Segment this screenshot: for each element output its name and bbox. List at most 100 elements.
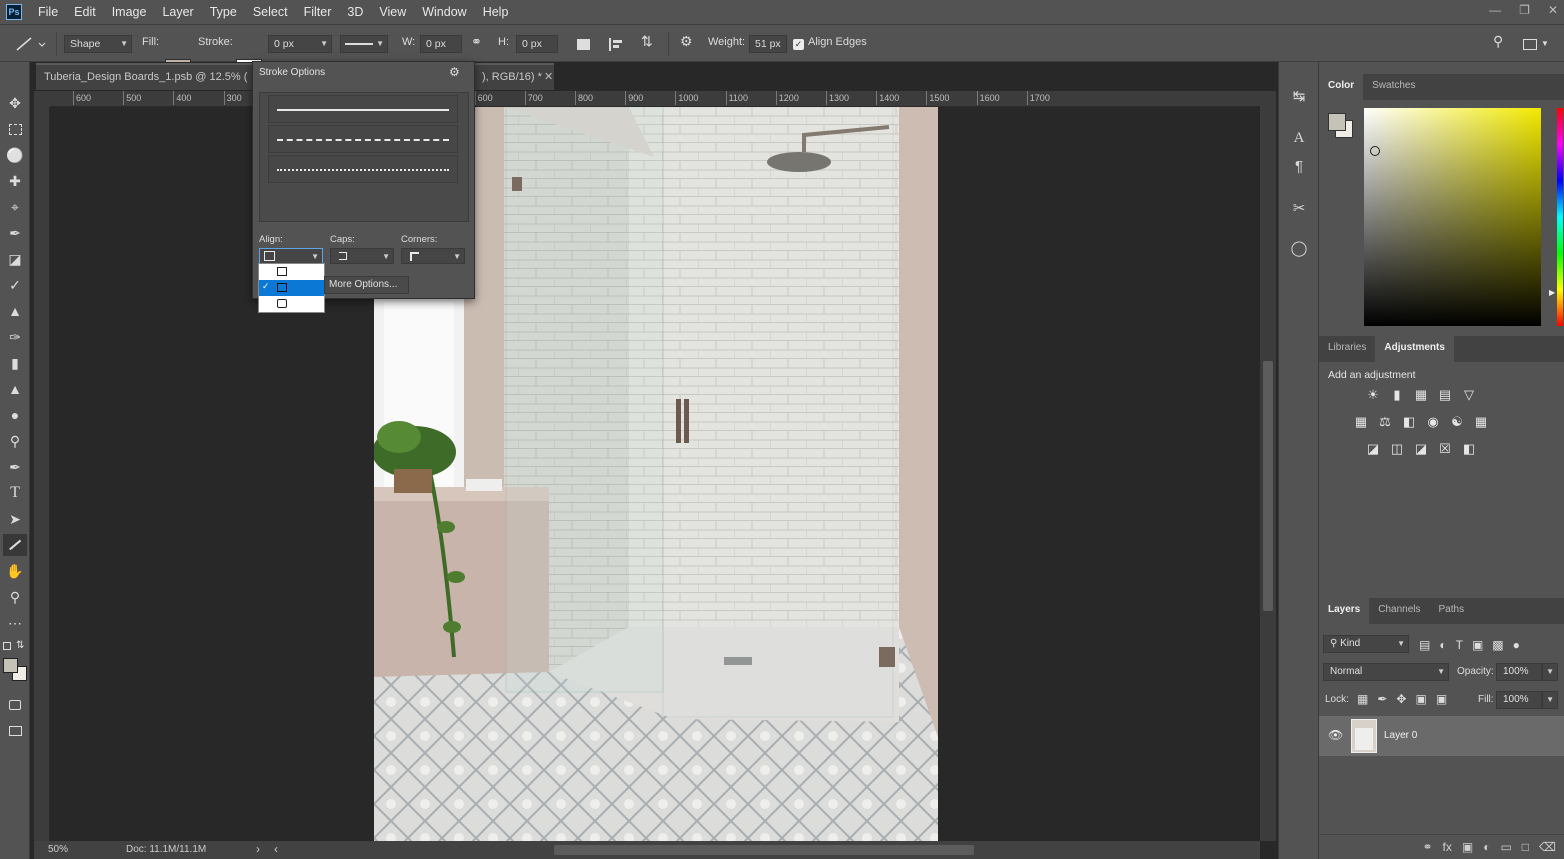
posterize-icon[interactable]: ◫ [1388, 440, 1406, 458]
gear-icon[interactable]: ⚙ [449, 65, 460, 79]
menu-image[interactable]: Image [104, 5, 155, 19]
link-layers-icon[interactable]: ⚭ [1422, 840, 1432, 854]
adjustment-filter-icon[interactable]: ◐ [1439, 638, 1446, 652]
new-group-icon[interactable]: ▭ [1500, 840, 1511, 854]
menu-view[interactable]: View [371, 5, 414, 19]
pixel-filter-icon[interactable]: ▤ [1419, 638, 1430, 652]
more-options-button[interactable]: More Options... [324, 276, 409, 294]
history-icon[interactable]: ↹ [1287, 84, 1311, 108]
smart-object-filter-icon[interactable]: ▩ [1492, 638, 1503, 652]
type-filter-icon[interactable]: T [1456, 638, 1463, 652]
minimize-icon[interactable]: — [1489, 3, 1501, 17]
caps-dropdown[interactable]: ▼ [330, 248, 394, 264]
channel-mixer-icon[interactable]: ☯ [1448, 413, 1466, 431]
tab-paths[interactable]: Paths [1430, 598, 1474, 624]
opacity-input[interactable]: 100% [1496, 663, 1542, 681]
fx-icon[interactable]: fx [1443, 840, 1452, 854]
quick-selection-tool-icon[interactable]: ✚ [3, 170, 27, 192]
zoom-tool-icon[interactable]: ⚲ [3, 586, 27, 608]
stroke-width-input[interactable]: 0 px ▼ [268, 35, 332, 53]
vibrance-icon[interactable]: ▽ [1460, 386, 1478, 404]
opacity-dropdown[interactable]: ▼ [1542, 663, 1558, 681]
eyedropper-tool-icon[interactable]: ✒ [3, 222, 27, 244]
curves-icon[interactable]: ▦ [1412, 386, 1430, 404]
stroke-type-select[interactable]: ▼ [340, 35, 388, 53]
gradient-map-icon[interactable]: ◧ [1460, 440, 1478, 458]
tab-libraries[interactable]: Libraries [1319, 336, 1375, 362]
blend-mode-select[interactable]: Normal ▼ [1323, 663, 1449, 681]
gear-icon[interactable]: ⚙ [680, 33, 693, 50]
new-adjustment-icon[interactable]: ◐ [1483, 840, 1490, 854]
horizontal-scroll-thumb[interactable] [554, 845, 974, 855]
trash-icon[interactable]: ⌫ [1539, 840, 1556, 854]
menu-window[interactable]: Window [414, 5, 474, 19]
link-icon[interactable]: ⚭ [471, 34, 482, 50]
path-arrangement-icon[interactable]: ⇅ [641, 33, 653, 50]
search-icon[interactable]: ⚲ [1493, 33, 1503, 50]
lasso-tool-icon[interactable]: ⚪ [3, 144, 27, 166]
hand-tool-icon[interactable]: ✋ [3, 560, 27, 582]
quick-mask-icon[interactable] [3, 694, 27, 716]
character-icon[interactable]: A [1287, 126, 1311, 150]
menu-help[interactable]: Help [475, 5, 517, 19]
chevron-right-icon[interactable]: › [256, 842, 260, 856]
line-tool-icon[interactable] [3, 534, 27, 556]
dashed-stroke-option[interactable] [268, 125, 458, 153]
close-icon[interactable]: ✕ [1548, 3, 1558, 17]
mode-select[interactable]: Shape ▼ [64, 35, 132, 53]
default-colors-icon[interactable] [3, 642, 11, 650]
history-brush-tool-icon[interactable]: ✑ [3, 326, 27, 348]
solid-stroke-option[interactable] [268, 95, 458, 123]
menu-select[interactable]: Select [245, 5, 296, 19]
width-input[interactable]: 0 px [420, 35, 462, 53]
menu-filter[interactable]: Filter [296, 5, 340, 19]
menu-type[interactable]: Type [202, 5, 245, 19]
shape-filter-icon[interactable]: ▣ [1472, 638, 1483, 652]
menu-layer[interactable]: Layer [154, 5, 201, 19]
lock-all-icon[interactable]: ▣ [1436, 692, 1447, 706]
workspace-icon[interactable] [1523, 39, 1537, 50]
lock-transparency-icon[interactable]: ▦ [1357, 692, 1368, 706]
vertical-scroll-thumb[interactable] [1263, 361, 1273, 611]
fill-dropdown[interactable]: ▼ [1542, 691, 1558, 709]
lock-artboard-icon[interactable]: ▣ [1415, 692, 1426, 706]
path-selection-tool-icon[interactable]: ➤ [3, 508, 27, 530]
weight-input[interactable]: 51 px [749, 35, 787, 53]
hue-slider[interactable] [1557, 108, 1563, 326]
new-layer-icon[interactable]: □ [1522, 840, 1529, 854]
height-input[interactable]: 0 px [516, 35, 558, 53]
tab-swatches[interactable]: Swatches [1363, 74, 1424, 100]
horizontal-ruler[interactable]: 6005004003002003004005006007008009001000… [50, 91, 1260, 107]
lightbulb-icon[interactable]: ◯ [1287, 236, 1311, 260]
align-dropdown[interactable]: ▼ [259, 248, 323, 264]
layer-row[interactable]: 👁 Layer 0 [1319, 716, 1564, 756]
ruler-origin[interactable] [34, 91, 50, 107]
selective-color-icon[interactable]: ☒ [1436, 440, 1454, 458]
color-picker-field[interactable] [1364, 108, 1541, 326]
path-alignment-icon[interactable] [609, 38, 623, 51]
align-edges-checkbox[interactable]: ✓ [793, 39, 804, 50]
blur-tool-icon[interactable]: ● [3, 404, 27, 426]
healing-brush-tool-icon[interactable]: ◪ [3, 248, 27, 270]
path-operations-icon[interactable] [577, 39, 590, 50]
lock-position-icon[interactable]: ✥ [1396, 692, 1406, 706]
foreground-color-swatch[interactable] [3, 658, 18, 673]
black-white-icon[interactable]: ◧ [1400, 413, 1418, 431]
menu-3d[interactable]: 3D [339, 5, 371, 19]
fill-input[interactable]: 100% [1496, 691, 1542, 709]
vertical-scrollbar[interactable] [1260, 91, 1276, 841]
photo-filter-icon[interactable]: ◉ [1424, 413, 1442, 431]
exposure-icon[interactable]: ▤ [1436, 386, 1454, 404]
pen-tool-icon[interactable]: ✒ [3, 456, 27, 478]
restore-icon[interactable]: ❐ [1519, 3, 1530, 17]
eye-icon[interactable]: 👁 [1328, 728, 1343, 742]
paint-bucket-tool-icon[interactable]: ▲ [3, 378, 27, 400]
more-tools-icon[interactable]: ⋯ [3, 612, 27, 634]
tab-channels[interactable]: Channels [1369, 598, 1429, 624]
tools-presets-icon[interactable]: ✂ [1287, 196, 1311, 220]
align-center-option[interactable]: ✓ [259, 280, 324, 296]
align-outside-option[interactable] [259, 296, 324, 312]
eraser-tool-icon[interactable]: ▮ [3, 352, 27, 374]
brightness-icon[interactable]: ☀ [1364, 386, 1382, 404]
clone-stamp-tool-icon[interactable]: ▲ [3, 300, 27, 322]
